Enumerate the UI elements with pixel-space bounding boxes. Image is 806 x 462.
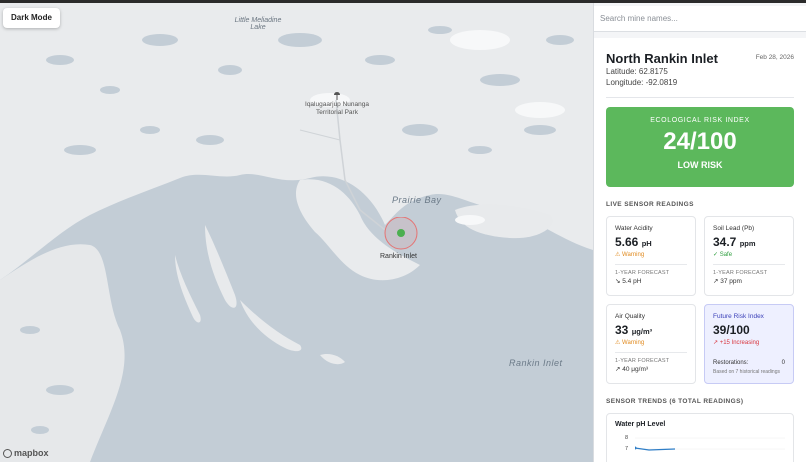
- restorations-row: Restorations: 0: [713, 360, 785, 366]
- mine-header: North Rankin Inlet Feb 28, 2026 Latitude…: [606, 51, 794, 98]
- rankin-inlet-water-label: Rankin Inlet: [509, 358, 563, 368]
- forecast-label: 1-YEAR FORECAST: [615, 270, 670, 276]
- sensor-value: 33 μg/m³: [615, 323, 653, 337]
- y-tick-8: 8: [625, 435, 629, 441]
- longitude: Longitude: -92.0819: [606, 78, 678, 87]
- mine-marker-dot: [397, 229, 405, 237]
- live-readings-title: LIVE SENSOR READINGS: [606, 201, 694, 208]
- park-icon: [334, 92, 340, 100]
- future-risk-trend: ↗ +15 Increasing: [713, 340, 760, 346]
- forecast-label: 1-YEAR FORECAST: [615, 358, 670, 364]
- chart-title: Water pH Level: [615, 421, 666, 428]
- latitude: Latitude: 62.8175: [606, 67, 668, 76]
- ecological-risk-card: ECOLOGICAL RISK INDEX 24/100 LOW RISK: [606, 107, 794, 187]
- sensor-card-water-acidity[interactable]: Water Acidity 5.66 pH ⚠ Warning 1-YEAR F…: [606, 216, 696, 296]
- map-view[interactable]: Dark Mode Little Meliadine Lake Iqalugaa…: [0, 0, 593, 462]
- future-risk-value: 39/100: [713, 323, 750, 337]
- sensor-trends-title: SENSOR TRENDS (6 TOTAL READINGS): [606, 398, 744, 405]
- park-label: Iqalugaarjup Nunanga Territorial Park: [305, 101, 369, 116]
- search-input[interactable]: [594, 6, 806, 32]
- rankin-inlet-place-label: Rankin Inlet: [380, 253, 417, 260]
- window-top-bar: [0, 0, 806, 3]
- sensor-status: ⚠ Warning: [615, 252, 645, 258]
- historical-note: Based on 7 historical readings: [713, 369, 780, 375]
- sensor-status: ⚠ Warning: [615, 340, 645, 346]
- future-risk-card[interactable]: Future Risk Index 39/100 ↗ +15 Increasin…: [704, 304, 794, 384]
- dark-mode-button[interactable]: Dark Mode: [3, 8, 60, 28]
- map-canvas: [0, 0, 593, 462]
- reading-date: Feb 28, 2026: [755, 54, 794, 61]
- sensor-grid: Water Acidity 5.66 pH ⚠ Warning 1-YEAR F…: [606, 216, 794, 384]
- mine-marker[interactable]: [383, 217, 419, 251]
- chart-plot: [635, 437, 785, 451]
- prairie-bay-label: Prairie Bay: [392, 195, 442, 205]
- sensor-status: ✓ Safe: [713, 252, 733, 258]
- forecast-value: ↘ 5.4 pH: [615, 278, 642, 285]
- risk-title: ECOLOGICAL RISK INDEX: [650, 117, 750, 124]
- sensor-label: Air Quality: [615, 313, 645, 320]
- mine-detail-panel: North Rankin Inlet Feb 28, 2026 Latitude…: [594, 38, 806, 462]
- forecast-label: 1-YEAR FORECAST: [713, 270, 768, 276]
- future-risk-label: Future Risk Index: [713, 313, 764, 320]
- sensor-value: 34.7 ppm: [713, 235, 756, 249]
- water-ph-trend-chart[interactable]: Water pH Level 8 7: [606, 413, 794, 462]
- sidebar: North Rankin Inlet Feb 28, 2026 Latitude…: [593, 3, 806, 462]
- mapbox-attribution[interactable]: mapbox: [3, 448, 49, 458]
- risk-level: LOW RISK: [677, 160, 723, 170]
- sensor-card-air-quality[interactable]: Air Quality 33 μg/m³ ⚠ Warning 1-YEAR FO…: [606, 304, 696, 384]
- sensor-value: 5.66 pH: [615, 235, 652, 249]
- forecast-value: ↗ 37 ppm: [713, 278, 742, 285]
- risk-score: 24/100: [663, 128, 737, 155]
- sensor-card-soil-lead[interactable]: Soil Lead (Pb) 34.7 ppm ✓ Safe 1-YEAR FO…: [704, 216, 794, 296]
- sensor-label: Water Acidity: [615, 225, 653, 232]
- y-tick-7: 7: [625, 446, 629, 452]
- sensor-label: Soil Lead (Pb): [713, 225, 755, 232]
- mapbox-logo-icon: [3, 448, 12, 458]
- forecast-value: ↗ 40 μg/m³: [615, 366, 649, 373]
- lake-label: Little Meliadine Lake: [234, 17, 282, 31]
